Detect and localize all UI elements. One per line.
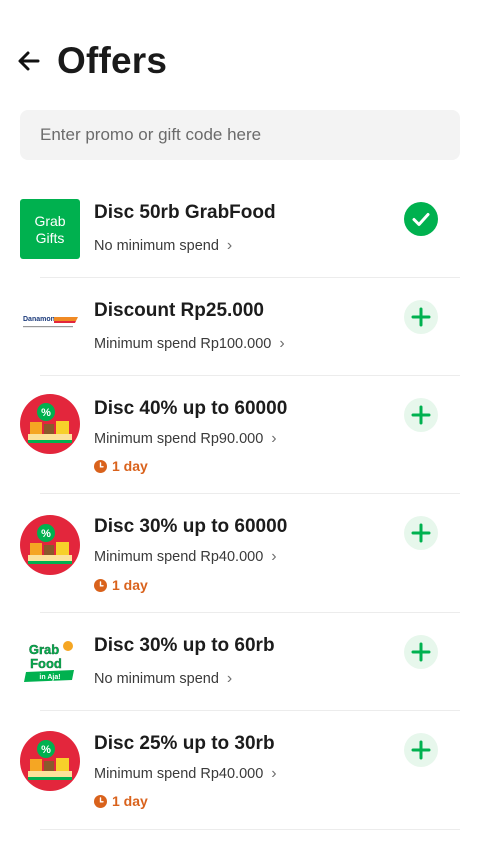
svg-text:in Aja!: in Aja! bbox=[39, 674, 60, 681]
add-offer-button[interactable] bbox=[404, 635, 438, 669]
expiry-badge: 1 day bbox=[94, 793, 148, 809]
applied-check-button[interactable] bbox=[404, 202, 438, 236]
danamon-logo: Danamon bbox=[20, 292, 80, 352]
offer-terms-link[interactable]: No minimum spend › bbox=[94, 237, 232, 255]
offer-item[interactable]: Grab Gifts Disc 50rb GrabFood No minimum… bbox=[0, 180, 480, 278]
plus-icon bbox=[411, 740, 431, 760]
expiry-text: 1 day bbox=[112, 793, 148, 809]
plus-icon bbox=[411, 642, 431, 662]
offer-subtitle: No minimum spend bbox=[94, 671, 219, 687]
offer-title: Disc 25% up to 30rb bbox=[94, 733, 275, 754]
svg-text:Grab: Grab bbox=[34, 213, 65, 229]
divider bbox=[40, 829, 460, 830]
svg-text:Gifts: Gifts bbox=[36, 230, 65, 246]
grabfood-promo-badge: % bbox=[20, 515, 80, 575]
chevron-right-icon: › bbox=[271, 765, 277, 782]
expiry-badge: 1 day bbox=[94, 458, 148, 474]
plus-icon bbox=[411, 523, 431, 543]
grab-gifts-logo: Grab Gifts bbox=[20, 199, 80, 259]
svg-text:%: % bbox=[41, 744, 51, 756]
check-icon bbox=[412, 213, 430, 226]
offer-title: Disc 30% up to 60rb bbox=[94, 635, 275, 656]
offer-item[interactable]: % Disc 40% up to 60000 Minimum spend Rp9… bbox=[0, 376, 480, 494]
expiry-text: 1 day bbox=[112, 458, 148, 474]
grabfood-promo-badge: % bbox=[20, 394, 80, 454]
plus-icon bbox=[411, 307, 431, 327]
add-offer-button[interactable] bbox=[404, 300, 438, 334]
chevron-right-icon: › bbox=[226, 237, 233, 254]
offer-subtitle: Minimum spend Rp100.000 bbox=[94, 336, 272, 352]
offer-title: Disc 30% up to 60000 bbox=[94, 516, 288, 537]
svg-text:Danamon: Danamon bbox=[23, 316, 55, 323]
expiry-text: 1 day bbox=[112, 577, 148, 593]
chevron-right-icon: › bbox=[271, 430, 277, 447]
offer-terms-link[interactable]: Minimum spend Rp40.000 › bbox=[94, 765, 277, 783]
expiry-badge: 1 day bbox=[94, 577, 148, 593]
back-arrow-icon[interactable] bbox=[14, 46, 44, 76]
chevron-right-icon: › bbox=[279, 335, 285, 352]
svg-text:%: % bbox=[41, 528, 51, 540]
add-offer-button[interactable] bbox=[404, 398, 438, 432]
add-offer-button[interactable] bbox=[404, 733, 438, 767]
chevron-right-icon: › bbox=[271, 548, 277, 565]
offer-terms-link[interactable]: Minimum spend Rp100.000 › bbox=[94, 335, 285, 353]
offer-terms-link[interactable]: Minimum spend Rp90.000 › bbox=[94, 430, 277, 448]
chevron-right-icon: › bbox=[226, 670, 233, 687]
svg-text:Grab: Grab bbox=[29, 642, 59, 657]
offer-title: Discount Rp25.000 bbox=[94, 300, 264, 321]
offer-item[interactable]: % Disc 25% up to 30rb Minimum spend Rp40… bbox=[0, 711, 480, 830]
grabfood-in-aja-logo: Grab Food in Aja! bbox=[20, 634, 80, 694]
offer-terms-link[interactable]: No minimum spend › bbox=[94, 670, 232, 688]
clock-icon bbox=[94, 794, 107, 808]
offer-title: Disc 40% up to 60000 bbox=[94, 398, 288, 419]
offer-title: Disc 50rb GrabFood bbox=[94, 202, 276, 223]
offer-item[interactable]: Grab Food in Aja! Disc 30% up to 60rb No… bbox=[0, 613, 480, 711]
header: Offers bbox=[0, 0, 480, 100]
offer-subtitle: Minimum spend Rp90.000 bbox=[94, 431, 264, 447]
offer-subtitle: Minimum spend Rp40.000 bbox=[94, 549, 264, 565]
page-title: Offers bbox=[57, 40, 168, 81]
offer-item[interactable]: Danamon Discount Rp25.000 Minimum spend … bbox=[0, 278, 480, 376]
promo-code-input[interactable] bbox=[20, 110, 460, 160]
offer-item[interactable]: % Disc 30% up to 60000 Minimum spend Rp4… bbox=[0, 494, 480, 613]
plus-icon bbox=[411, 405, 431, 425]
svg-text:Food: Food bbox=[30, 656, 62, 671]
clock-icon bbox=[94, 578, 107, 592]
clock-icon bbox=[94, 459, 107, 473]
add-offer-button[interactable] bbox=[404, 516, 438, 550]
svg-text:%: % bbox=[41, 407, 51, 419]
offer-subtitle: Minimum spend Rp40.000 bbox=[94, 766, 264, 782]
offer-subtitle: No minimum spend bbox=[94, 238, 219, 254]
offer-terms-link[interactable]: Minimum spend Rp40.000 › bbox=[94, 548, 277, 566]
grabfood-promo-badge: % bbox=[20, 731, 80, 791]
